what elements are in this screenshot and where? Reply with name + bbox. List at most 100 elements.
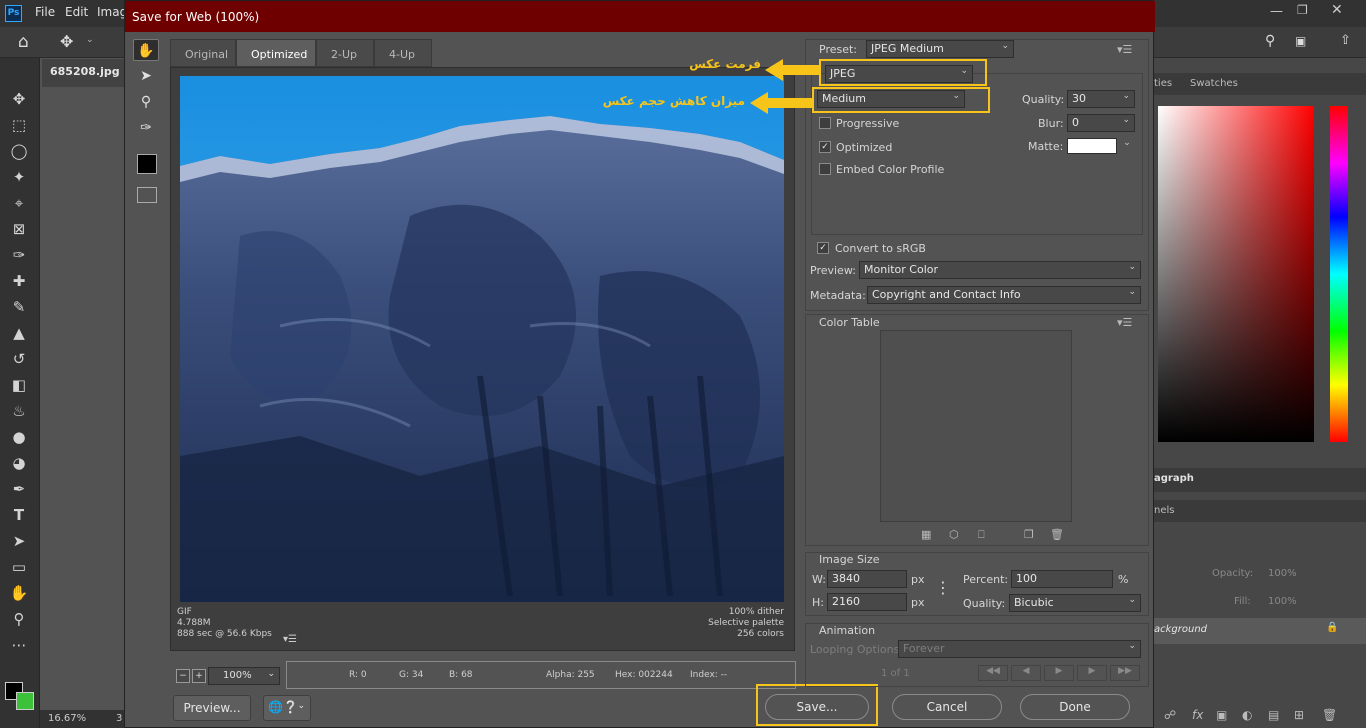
next-frame-icon[interactable]: ▶: [1077, 665, 1107, 681]
lock-color-icon[interactable]: ⎕: [978, 528, 985, 542]
blur-tool-icon[interactable]: ●: [8, 426, 30, 448]
document-tab[interactable]: 685208.jpg @: [42, 59, 124, 87]
hand-tool-icon[interactable]: ✋: [8, 582, 30, 604]
zoom-tool-icon[interactable]: ⚲: [8, 608, 30, 630]
percent-input[interactable]: 100: [1011, 570, 1113, 588]
type-tool-icon[interactable]: T: [8, 504, 30, 526]
tab-original[interactable]: Original: [170, 39, 236, 67]
layer-row[interactable]: ackground 🔒: [1154, 618, 1366, 644]
folder-icon[interactable]: ▤: [1268, 708, 1279, 722]
trash-icon[interactable]: 🗑: [1322, 708, 1337, 722]
tab-paragraph[interactable]: agraph: [1154, 473, 1194, 484]
lasso-tool-icon[interactable]: ◯: [8, 140, 30, 162]
eyedropper-tool-icon[interactable]: ✑: [8, 244, 30, 266]
tab-2-up[interactable]: 2-Up: [316, 39, 374, 67]
browser-preview-button[interactable]: 🌐❔ ⌄: [263, 695, 311, 721]
eyedropper-color-swatch[interactable]: [137, 154, 157, 174]
first-frame-icon[interactable]: ◀◀: [978, 665, 1008, 681]
zoom-level-select[interactable]: 100% ⌄: [208, 667, 280, 685]
done-button[interactable]: Done: [1020, 694, 1130, 720]
optimized-checkbox[interactable]: ✓: [819, 141, 831, 153]
resample-quality-select[interactable]: Bicubic ⌄: [1009, 594, 1141, 612]
eyedropper-icon[interactable]: ✑: [133, 117, 159, 139]
move-tool-icon[interactable]: ✥: [8, 88, 30, 110]
preview-color-select[interactable]: Monitor Color ⌄: [859, 261, 1141, 279]
matte-color-swatch[interactable]: [1067, 138, 1117, 154]
zoom-in-button[interactable]: +: [192, 669, 206, 683]
cancel-button[interactable]: Cancel: [892, 694, 1002, 720]
tab-optimized[interactable]: Optimized: [236, 39, 316, 67]
color-table-area[interactable]: [880, 330, 1072, 522]
preset-select[interactable]: JPEG Medium ⌄: [866, 40, 1014, 58]
save-button[interactable]: Save...: [765, 694, 869, 720]
slice-visibility-icon[interactable]: [137, 187, 157, 203]
metadata-select[interactable]: Copyright and Contact Info ⌄: [867, 286, 1141, 304]
frame-tool-icon[interactable]: ⊠: [8, 218, 30, 240]
prev-frame-icon[interactable]: ◀: [1011, 665, 1041, 681]
tab-swatches[interactable]: Swatches: [1190, 78, 1238, 89]
adjustment-icon[interactable]: ◐: [1242, 708, 1252, 722]
path-selection-icon[interactable]: ➤: [8, 530, 30, 552]
brush-tool-icon[interactable]: ✎: [8, 296, 30, 318]
workspace-icon[interactable]: ▣: [1295, 34, 1306, 48]
preview-button[interactable]: Preview...: [173, 695, 251, 721]
crop-tool-icon[interactable]: ⌖: [8, 192, 30, 214]
tab-channels[interactable]: nels: [1154, 505, 1174, 516]
link-layers-icon[interactable]: ☍: [1164, 708, 1176, 722]
preview-image[interactable]: [180, 76, 784, 602]
quality-input[interactable]: 30 ⌄: [1067, 90, 1135, 108]
mask-icon[interactable]: ▣: [1216, 708, 1227, 722]
minimize-icon[interactable]: —: [1270, 4, 1283, 19]
looping-select[interactable]: Forever ⌄: [898, 640, 1141, 658]
tab-properties[interactable]: ties: [1154, 78, 1172, 89]
pen-tool-icon[interactable]: ✒: [8, 478, 30, 500]
menu-edit[interactable]: Edit: [65, 5, 88, 19]
home-icon[interactable]: ⌂: [18, 32, 29, 52]
healing-brush-icon[interactable]: ✚: [8, 270, 30, 292]
menu-image[interactable]: Imag: [97, 5, 127, 19]
last-frame-icon[interactable]: ▶▶: [1110, 665, 1140, 681]
dodge-tool-icon[interactable]: ◕: [8, 452, 30, 474]
fx-icon[interactable]: fx: [1192, 708, 1203, 722]
web-snap-icon[interactable]: ⬡: [949, 528, 959, 541]
play-icon[interactable]: ▶: [1044, 665, 1074, 681]
color-table-menu-icon[interactable]: ▾☰: [1117, 316, 1132, 329]
blur-input[interactable]: 0 ⌄: [1067, 114, 1135, 132]
delete-color-icon[interactable]: 🗑: [1050, 528, 1064, 541]
constrain-proportions-icon[interactable]: ⋮: [935, 578, 951, 597]
move-icon[interactable]: ✥: [60, 32, 73, 51]
new-layer-icon[interactable]: ⊞: [1294, 708, 1304, 722]
zoom-tool-icon[interactable]: ⚲: [133, 91, 159, 113]
clone-stamp-icon[interactable]: ▲: [8, 322, 30, 344]
convert-srgb-checkbox[interactable]: ✓: [817, 242, 829, 254]
color-picker-field[interactable]: [1158, 106, 1314, 442]
more-tools-icon[interactable]: ⋯: [8, 634, 30, 656]
magic-wand-icon[interactable]: ✦: [8, 166, 30, 188]
fill-value[interactable]: 100%: [1268, 596, 1297, 607]
marquee-tool-icon[interactable]: ⬚: [8, 114, 30, 136]
rectangle-tool-icon[interactable]: ▭: [8, 556, 30, 578]
height-input[interactable]: 2160: [827, 593, 907, 611]
width-input[interactable]: 3840: [827, 570, 907, 588]
zoom-out-button[interactable]: −: [176, 669, 190, 683]
paint-bucket-icon[interactable]: ♨: [8, 400, 30, 422]
chevron-down-icon[interactable]: ⌄: [1119, 138, 1135, 154]
close-icon[interactable]: ✕: [1331, 2, 1343, 18]
opacity-value[interactable]: 100%: [1268, 568, 1297, 579]
embed-profile-checkbox[interactable]: [819, 163, 831, 175]
share-icon[interactable]: ⇧: [1340, 33, 1351, 48]
panel-menu-icon[interactable]: ▾☰: [283, 634, 297, 645]
hand-tool-icon[interactable]: ✋: [133, 39, 159, 61]
history-brush-icon[interactable]: ↺: [8, 348, 30, 370]
hue-slider[interactable]: [1330, 106, 1348, 442]
tab-4-up[interactable]: 4-Up: [374, 39, 432, 67]
background-color-swatch[interactable]: [16, 692, 34, 710]
optimize-menu-icon[interactable]: ▾☰: [1117, 43, 1132, 56]
new-color-icon[interactable]: ❐: [1024, 528, 1034, 541]
progressive-checkbox[interactable]: [819, 117, 831, 129]
search-icon[interactable]: ⚲: [1265, 33, 1275, 49]
menu-file[interactable]: File: [35, 5, 55, 19]
map-color-icon[interactable]: ▦: [921, 528, 931, 541]
restore-icon[interactable]: ❐: [1297, 3, 1308, 17]
chevron-down-icon[interactable]: ⌄: [86, 35, 94, 45]
